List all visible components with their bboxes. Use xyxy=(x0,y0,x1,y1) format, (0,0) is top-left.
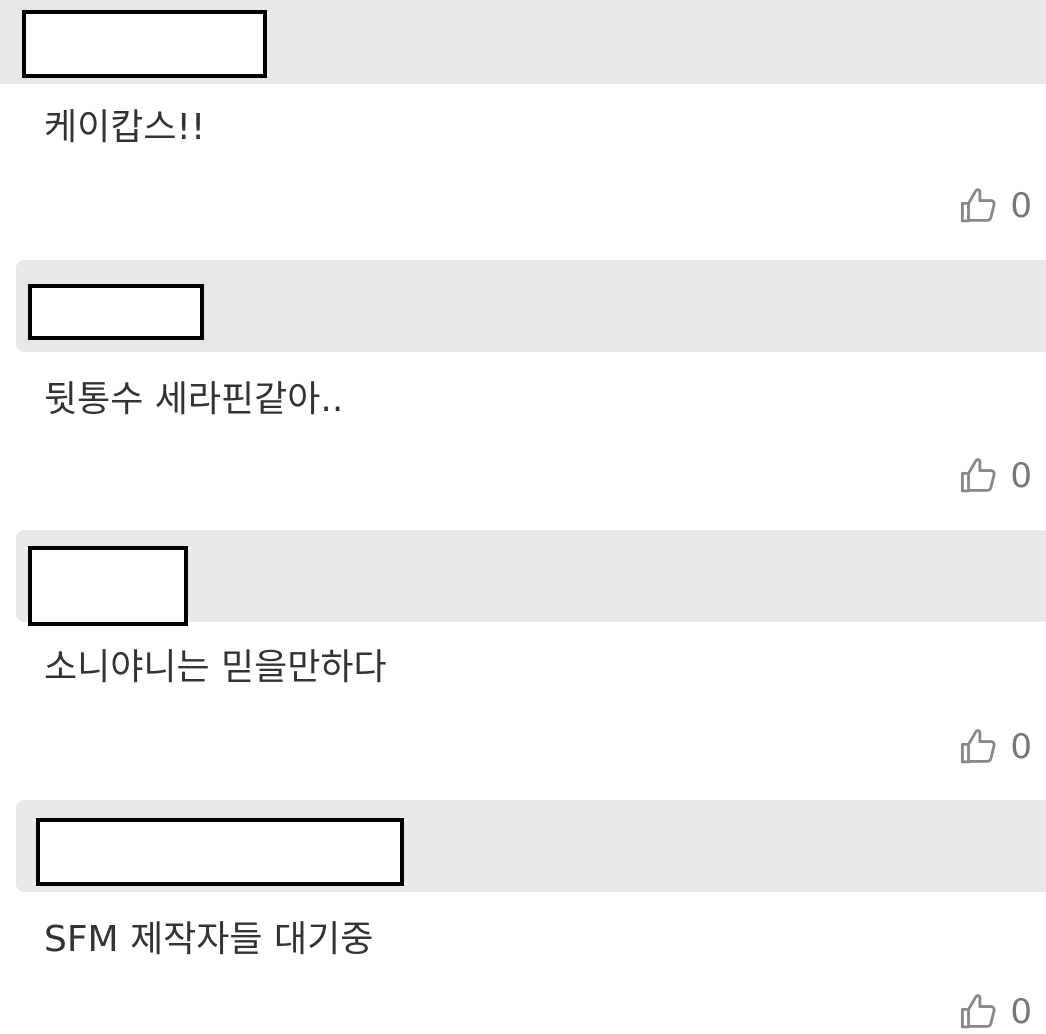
comment-item: 소니야니는 믿을만하다 0 xyxy=(0,530,1046,800)
comment-text: 소니야니는 믿을만하다 xyxy=(44,647,387,688)
like-button[interactable]: 0 xyxy=(958,454,1032,498)
like-count: 0 xyxy=(1010,727,1032,767)
comment-text: 뒷통수 세라핀같아.. xyxy=(44,379,344,420)
thumbs-up-icon xyxy=(961,458,996,493)
redacted-username xyxy=(28,546,188,626)
redacted-username xyxy=(28,284,204,340)
like-button[interactable]: 0 xyxy=(958,990,1032,1034)
comment-item: SFM 제작자들 대기중 0 xyxy=(0,800,1046,1032)
like-count: 0 xyxy=(1010,186,1032,226)
thumbs-up-icon xyxy=(961,729,996,764)
comment-text: SFM 제작자들 대기중 xyxy=(44,919,374,960)
comment-item: 뒷통수 세라핀같아.. 0 xyxy=(0,260,1046,530)
comment-text: 케이캅스!! xyxy=(44,107,206,148)
like-button[interactable]: 0 xyxy=(958,184,1032,228)
redacted-username xyxy=(36,818,404,886)
comment-author-bar xyxy=(16,530,1046,626)
like-count: 0 xyxy=(1010,456,1032,496)
comment-author-bar xyxy=(16,260,1046,352)
comment-item: 케이캅스!! 0 xyxy=(0,0,1046,260)
like-count: 0 xyxy=(1010,992,1032,1032)
like-button[interactable]: 0 xyxy=(958,725,1032,769)
thumbs-up-icon xyxy=(961,188,996,223)
comment-author-bar xyxy=(0,0,1046,84)
redacted-username xyxy=(22,10,267,78)
comment-author-bar xyxy=(16,800,1046,892)
